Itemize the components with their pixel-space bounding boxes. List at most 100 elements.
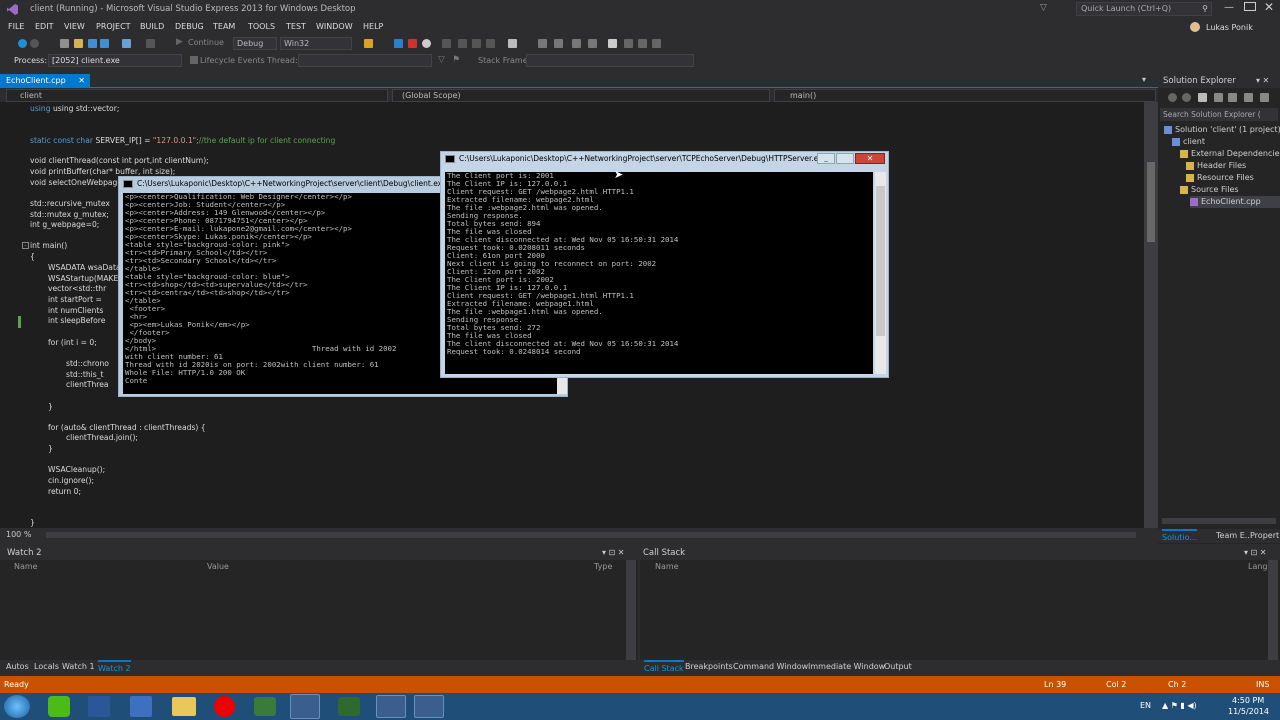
menu-debug[interactable]: DEBUG: [175, 22, 204, 31]
menu-build[interactable]: BUILD: [140, 22, 164, 31]
collapse-all-icon[interactable]: [1244, 93, 1253, 102]
solution-hscroll[interactable]: [1162, 518, 1276, 524]
clock-date[interactable]: 11/5/2014: [1228, 707, 1269, 716]
show-next-statement-icon[interactable]: [442, 39, 451, 48]
forward-icon[interactable]: [1182, 93, 1191, 102]
tab-overflow-icon[interactable]: ▾: [1142, 75, 1146, 84]
redo-icon[interactable]: [146, 39, 155, 48]
pause-icon[interactable]: [394, 39, 403, 48]
solution-tab[interactable]: Propert...: [1250, 529, 1280, 543]
bottom-tab-locals[interactable]: Locals: [34, 660, 59, 674]
scroll-thumb[interactable]: [876, 186, 885, 336]
save-icon[interactable]: [88, 39, 97, 48]
member-dropdown[interactable]: main(): [774, 89, 1156, 102]
panel-controls-icon[interactable]: ▾ ⊡ ✕: [602, 548, 625, 557]
server-console-window[interactable]: C:\Users\Lukaponic\Desktop\C++Networking…: [440, 151, 889, 378]
user-name[interactable]: Lukas Ponik: [1206, 23, 1253, 32]
menu-project[interactable]: PROJECT: [96, 22, 131, 31]
zoom-dropdown[interactable]: 100 %: [6, 530, 31, 539]
taskbar-console2-icon[interactable]: [414, 695, 444, 718]
next-bookmark-icon[interactable]: [638, 39, 647, 48]
close-tab-icon[interactable]: ✕: [78, 74, 85, 88]
bottom-tab-watch-1[interactable]: Watch 1: [62, 660, 95, 674]
bottom-tab-command-window[interactable]: Command Window: [733, 660, 808, 674]
clock-time[interactable]: 4:50 PM: [1232, 696, 1264, 705]
minimize-button[interactable]: _: [817, 153, 835, 164]
menu-test[interactable]: TEST: [286, 22, 306, 31]
panel-controls-icon[interactable]: ▾ ⊡ ✕: [1244, 548, 1267, 557]
taskbar-save-icon[interactable]: [130, 696, 152, 717]
lifecycle-events-button[interactable]: Lifecycle Events: [200, 56, 265, 65]
bookmark-icon[interactable]: [608, 39, 617, 48]
editor-vertical-scrollbar[interactable]: [1144, 102, 1158, 528]
taskbar-explorer-icon[interactable]: [172, 697, 196, 716]
server-console-output[interactable]: The Client port is: 2001 The Client IP is…: [445, 172, 873, 374]
scope-dropdown[interactable]: (Global Scope): [392, 89, 770, 102]
filter-thread-icon[interactable]: ▽: [438, 55, 445, 65]
bottom-tab-immediate-window[interactable]: Immediate Window: [808, 660, 885, 674]
menu-file[interactable]: FILE: [8, 22, 24, 31]
bottom-tab-call-stack[interactable]: Call Stack: [644, 660, 684, 674]
filter-icon[interactable]: ▽: [1040, 3, 1047, 13]
input-language[interactable]: EN: [1140, 701, 1151, 710]
pin-icon[interactable]: ▾ ✕: [1256, 76, 1269, 85]
taskbar-visual-studio-icon[interactable]: [290, 694, 320, 719]
home-icon[interactable]: [1198, 93, 1207, 102]
bottom-tab-output[interactable]: Output: [884, 660, 912, 674]
config-dropdown[interactable]: Debug: [233, 37, 277, 50]
bottom-tab-autos[interactable]: Autos: [6, 660, 29, 674]
forward-icon[interactable]: [30, 39, 39, 48]
taskbar-app2-icon[interactable]: [254, 697, 276, 716]
thread-dropdown[interactable]: [298, 54, 432, 67]
menu-window[interactable]: WINDOW: [316, 22, 353, 31]
bottom-tab-breakpoints[interactable]: Breakpoints: [685, 660, 733, 674]
uncomment-icon[interactable]: [554, 39, 563, 48]
menu-team[interactable]: TEAM: [213, 22, 235, 31]
close-button[interactable]: ✕: [855, 153, 885, 164]
tree-item[interactable]: Resource Files: [1186, 172, 1254, 184]
comment-icon[interactable]: [538, 39, 547, 48]
refresh-icon[interactable]: [1228, 93, 1237, 102]
solution-search-input[interactable]: Search Solution Explorer (: [1160, 108, 1278, 121]
back-icon[interactable]: [1168, 93, 1177, 102]
tree-item[interactable]: External Dependencie: [1180, 148, 1280, 160]
step-over-icon[interactable]: [472, 39, 481, 48]
step-into-icon[interactable]: [458, 39, 467, 48]
save-all-icon[interactable]: [100, 39, 109, 48]
scroll-thumb[interactable]: [1147, 162, 1155, 242]
close-button[interactable]: ✕: [1264, 0, 1274, 14]
collapse-toggle[interactable]: -: [22, 242, 29, 249]
undo-icon[interactable]: [122, 39, 131, 48]
step-out-icon[interactable]: [486, 39, 495, 48]
indent-icon[interactable]: [572, 39, 581, 48]
tree-item[interactable]: Header Files: [1186, 160, 1246, 172]
restart-icon[interactable]: [422, 39, 431, 48]
menu-view[interactable]: VIEW: [64, 22, 85, 31]
solution-tab[interactable]: Solutio...: [1162, 529, 1198, 543]
project-dropdown[interactable]: client: [6, 89, 388, 102]
menu-help[interactable]: HELP: [363, 22, 383, 31]
tree-item[interactable]: client: [1172, 136, 1205, 148]
bottom-tab-watch-2[interactable]: Watch 2: [98, 660, 131, 674]
tray-icons[interactable]: ▲ ⚑ ▮ ◀): [1162, 701, 1197, 710]
taskbar-app-icon[interactable]: [48, 696, 70, 717]
stop-icon[interactable]: [408, 39, 417, 48]
outdent-icon[interactable]: [588, 39, 597, 48]
continue-play-icon[interactable]: ▶: [176, 37, 183, 47]
prev-bookmark-icon[interactable]: [624, 39, 633, 48]
callstack-vscroll[interactable]: [1268, 560, 1278, 660]
taskbar-word-icon[interactable]: [88, 696, 110, 717]
quick-launch-input[interactable]: Quick Launch (Ctrl+Q) ⚲: [1076, 2, 1212, 16]
restore-button[interactable]: [1244, 2, 1256, 11]
solution-tab[interactable]: Team E...: [1216, 529, 1252, 543]
menu-edit[interactable]: EDIT: [35, 22, 53, 31]
watch-vscroll[interactable]: [626, 560, 636, 660]
taskbar-console-icon[interactable]: [376, 695, 406, 718]
properties-icon[interactable]: [1260, 93, 1269, 102]
stack-frame-dropdown[interactable]: [526, 54, 694, 67]
tree-item[interactable]: Solution 'client' (1 project): [1164, 124, 1280, 136]
flag-thread-icon[interactable]: ⚑: [452, 55, 460, 65]
start-button-icon[interactable]: [4, 695, 30, 718]
doc-tab-echoclient[interactable]: EchoClient.cpp ✕: [0, 74, 90, 88]
horizontal-scrollbar[interactable]: [46, 532, 1136, 538]
